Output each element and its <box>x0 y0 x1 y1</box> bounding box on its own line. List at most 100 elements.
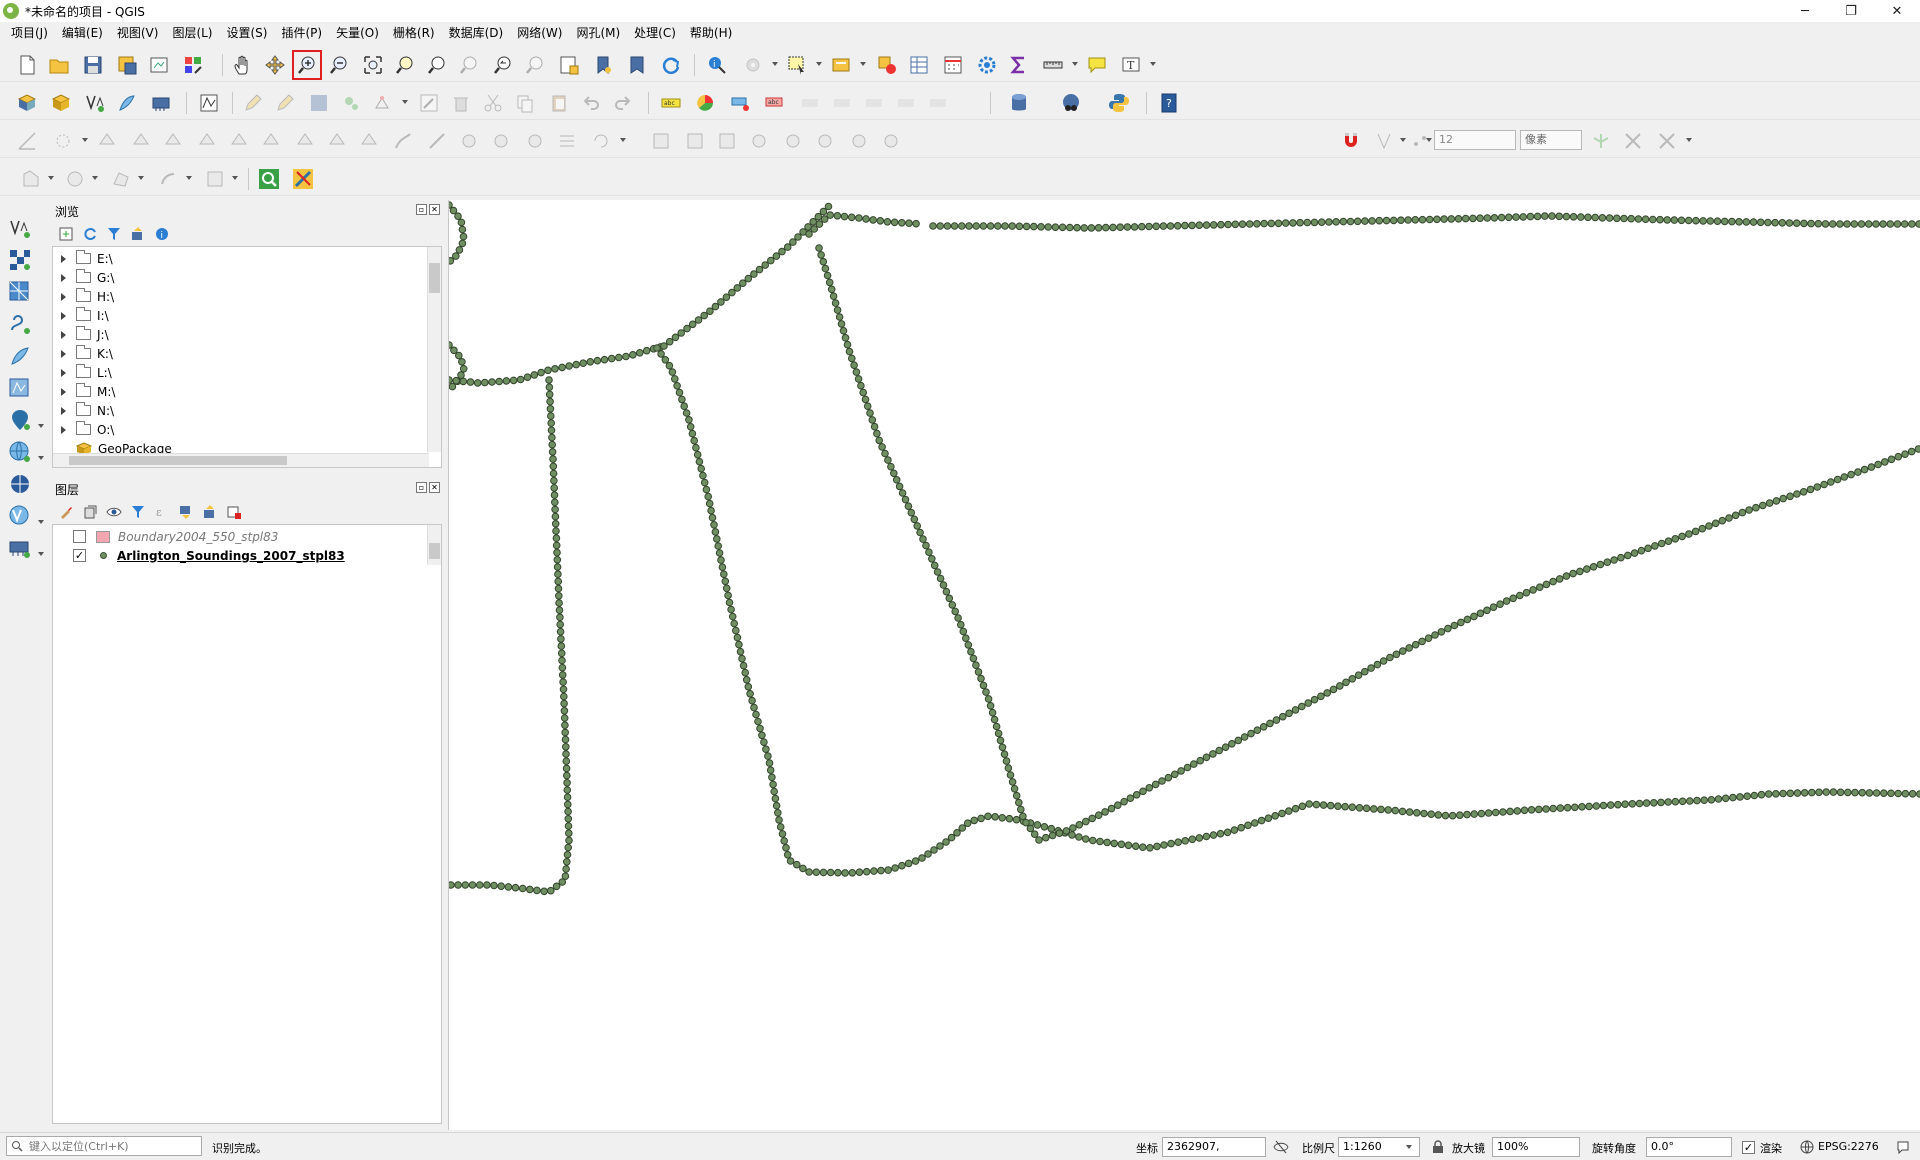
menu-edit[interactable]: 编辑(E) <box>55 22 110 44</box>
filter-legend-button[interactable] <box>128 502 148 522</box>
topology-button[interactable] <box>878 128 904 154</box>
toggle-editing-button[interactable] <box>272 90 298 116</box>
menu-web[interactable]: 网络(W) <box>510 22 569 44</box>
add-feature-tool-button[interactable] <box>18 166 44 192</box>
select-features-button[interactable] <box>784 52 810 78</box>
add-gps-layer-button[interactable] <box>6 310 34 338</box>
layer-diagram-button[interactable] <box>692 90 718 116</box>
align-vertices-button[interactable] <box>682 128 708 154</box>
snapping-mode-button[interactable] <box>1372 128 1398 154</box>
close-panel-button[interactable]: ✕ <box>429 482 440 493</box>
browser-vertical-scrollbar[interactable] <box>427 247 441 452</box>
pan-map-button[interactable] <box>230 52 256 78</box>
chevron-down-icon[interactable] <box>1150 62 1156 66</box>
identify-features-extra-button[interactable] <box>202 166 228 192</box>
change-label-button[interactable] <box>894 90 920 116</box>
add-selected-layers-button[interactable] <box>56 224 76 244</box>
expand-arrow-icon[interactable] <box>61 330 66 339</box>
filter-browser-button[interactable] <box>104 224 124 244</box>
crs-button[interactable]: EPSG:2276 <box>1818 1140 1879 1153</box>
layer-visibility-checkbox[interactable] <box>73 530 86 543</box>
refresh-browser-button[interactable] <box>80 224 100 244</box>
refresh-button[interactable] <box>658 52 684 78</box>
properties-button[interactable]: i <box>152 224 172 244</box>
scrollbar-thumb[interactable] <box>429 263 440 293</box>
split-parts-button[interactable] <box>488 128 514 154</box>
plugin-tool-button[interactable] <box>290 166 316 192</box>
delete-part-button[interactable] <box>324 128 350 154</box>
select-by-value-button[interactable] <box>828 52 854 78</box>
filter-by-expression-button[interactable]: ε <box>152 502 172 522</box>
toggle-extents-icon[interactable] <box>1272 1138 1290 1156</box>
chevron-down-icon[interactable] <box>1400 138 1406 142</box>
print-layout-button[interactable] <box>146 52 172 78</box>
zoom-to-layer-button[interactable] <box>424 52 450 78</box>
chevron-down-icon[interactable] <box>38 456 44 460</box>
merge-attributes-button[interactable] <box>554 128 580 154</box>
pin-unpin-labels-button[interactable]: abc <box>762 90 788 116</box>
expand-arrow-icon[interactable] <box>61 425 66 434</box>
chevron-down-icon[interactable] <box>138 176 144 180</box>
new-project-button[interactable] <box>14 52 40 78</box>
collapse-all-button[interactable] <box>128 224 148 244</box>
chevron-down-icon[interactable] <box>1072 62 1078 66</box>
perpendicular-button[interactable] <box>780 128 806 154</box>
edits-button[interactable] <box>240 90 266 116</box>
merge-features-button[interactable] <box>522 128 548 154</box>
new-spatialite-layer-button[interactable] <box>114 90 140 116</box>
list-item[interactable]: N:\ <box>53 401 114 420</box>
map-canvas-svg[interactable] <box>449 200 1920 1130</box>
zoom-full-button[interactable] <box>360 52 386 78</box>
map-canvas[interactable] <box>448 200 1920 1130</box>
list-item[interactable]: J:\ <box>53 325 109 344</box>
float-panel-button[interactable]: ▫ <box>416 204 427 215</box>
self-snapping-button[interactable] <box>1654 128 1680 154</box>
lock-icon[interactable] <box>1432 1140 1444 1154</box>
add-delimited-text-button[interactable] <box>6 214 34 242</box>
chevron-down-icon[interactable] <box>186 176 192 180</box>
scrollbar-thumb[interactable] <box>429 543 440 559</box>
delete-selected-button[interactable] <box>448 90 474 116</box>
zoom-out-button[interactable] <box>326 52 352 78</box>
add-wfs-layer-button[interactable] <box>6 438 34 466</box>
map-tips-button[interactable] <box>1084 52 1110 78</box>
save-as-button[interactable] <box>114 52 140 78</box>
new-geopackage-layer-button[interactable] <box>48 90 74 116</box>
list-item[interactable]: I:\ <box>53 306 109 325</box>
list-item[interactable]: E:\ <box>53 249 113 268</box>
menu-database[interactable]: 数据库(D) <box>442 22 511 44</box>
data-source-manager-button[interactable] <box>14 90 40 116</box>
help-contents-button[interactable]: ? <box>1156 90 1182 116</box>
offset-curve-button[interactable] <box>390 128 416 154</box>
vertex-tool-button[interactable] <box>370 90 396 116</box>
add-vector-tile-layer-button[interactable] <box>6 502 34 530</box>
chevron-down-icon[interactable] <box>860 62 866 66</box>
maximize-button[interactable]: ❐ <box>1828 0 1874 22</box>
vertex-editor-button[interactable] <box>648 128 674 154</box>
open-project-button[interactable] <box>46 52 72 78</box>
chevron-down-icon[interactable] <box>402 100 408 104</box>
expand-all-button[interactable] <box>176 502 196 522</box>
split-features-button[interactable] <box>456 128 482 154</box>
message-log-icon[interactable] <box>1896 1140 1910 1154</box>
new-virtual-layer-button[interactable] <box>148 90 174 116</box>
menu-plugins[interactable]: 插件(P) <box>274 22 329 44</box>
menu-layer[interactable]: 图层(L) <box>165 22 219 44</box>
expand-arrow-icon[interactable] <box>61 368 66 377</box>
chevron-down-icon[interactable] <box>1686 138 1692 142</box>
scrollbar-thumb[interactable] <box>69 456 287 465</box>
menu-processing[interactable]: 处理(C) <box>627 22 683 44</box>
zoom-in-button[interactable] <box>292 50 322 80</box>
text-annotation-button[interactable]: T <box>1118 52 1144 78</box>
statistical-summary-button[interactable] <box>1006 52 1032 78</box>
chevron-down-icon[interactable] <box>48 176 54 180</box>
show-hide-labels-button[interactable] <box>798 90 824 116</box>
add-part-button[interactable] <box>226 128 252 154</box>
layer-labeling-button[interactable]: abc <box>658 90 684 116</box>
cut-features-button[interactable] <box>480 90 506 116</box>
paste-features-button[interactable] <box>546 90 572 116</box>
render-checkbox[interactable]: ✓ <box>1742 1141 1755 1154</box>
snapping-intersection-button[interactable] <box>1620 128 1646 154</box>
show-bookmarks-button[interactable] <box>624 52 650 78</box>
magnifier-field[interactable]: 100% <box>1492 1137 1580 1157</box>
